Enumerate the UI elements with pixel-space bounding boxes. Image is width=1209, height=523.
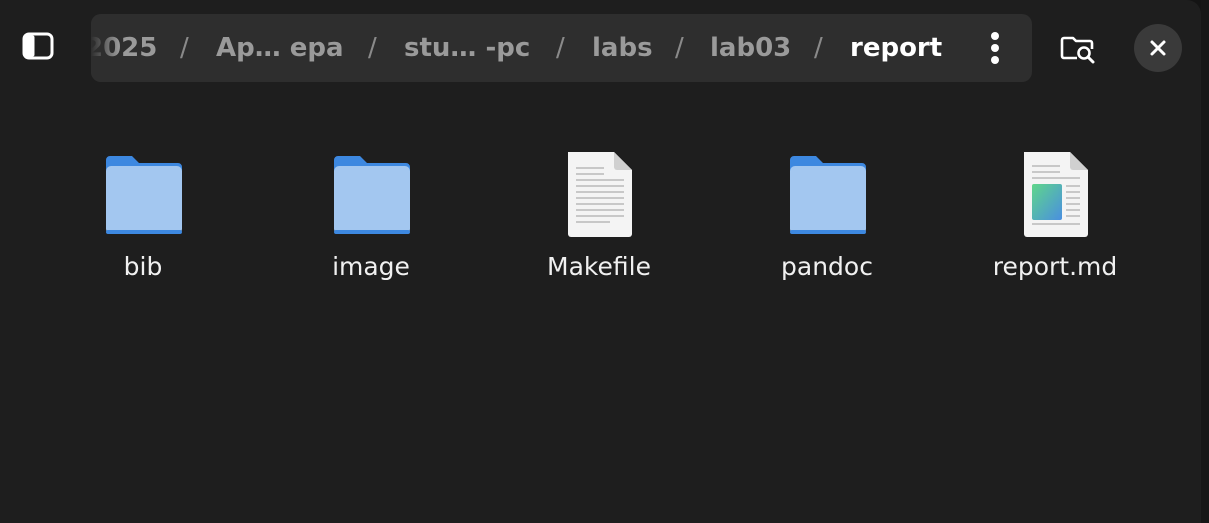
breadcrumb-item-lab03[interactable]: lab03 [710,14,791,82]
close-icon [1150,40,1166,56]
sidebar-panel-icon [22,32,54,60]
file-manager-window: 2025 / Ap… epa / stu… -pc / labs / lab03… [0,0,1201,523]
search-button[interactable] [1054,24,1102,72]
file-item-bib[interactable]: bib [43,140,243,300]
breadcrumb-separator: / [814,33,823,63]
file-item-makefile[interactable]: Makefile [499,140,699,300]
file-name: image [332,252,410,281]
file-name: bib [123,252,163,281]
breadcrumb-item-report[interactable]: report [850,14,942,82]
file-item-pandoc[interactable]: pandoc [727,140,927,300]
breadcrumb-separator: / [368,33,377,63]
breadcrumb-item-stu-pc[interactable]: stu… -pc [404,14,530,82]
breadcrumb-item-labs[interactable]: labs [592,14,653,82]
file-item-report-md[interactable]: report.md [955,140,1155,300]
folder-icon [334,156,410,234]
file-name: report.md [992,252,1118,281]
breadcrumb-item-ap-epa[interactable]: Ap… epa [216,14,344,82]
folder-icon [106,156,182,234]
breadcrumb-fade [91,14,119,82]
close-button[interactable] [1134,24,1182,72]
breadcrumb-separator: / [556,33,565,63]
text-document-icon [568,152,632,237]
breadcrumb-separator: / [675,33,684,63]
breadcrumb: 2025 / Ap… epa / stu… -pc / labs / lab03… [91,14,1032,82]
file-name: Makefile [547,252,651,281]
sidebar-toggle-button[interactable] [16,24,60,68]
vertical-ellipsis-icon [991,32,999,64]
header-bar: 2025 / Ap… epa / stu… -pc / labs / lab03… [0,0,1201,96]
folder-icon [790,156,866,234]
file-name: pandoc [781,252,873,281]
file-item-image[interactable]: image [271,140,471,300]
folder-search-icon [1060,36,1095,64]
path-menu-button[interactable] [972,24,1018,72]
breadcrumb-separator: / [180,33,189,63]
markdown-document-icon [1024,152,1088,237]
window-edge [1201,0,1209,523]
